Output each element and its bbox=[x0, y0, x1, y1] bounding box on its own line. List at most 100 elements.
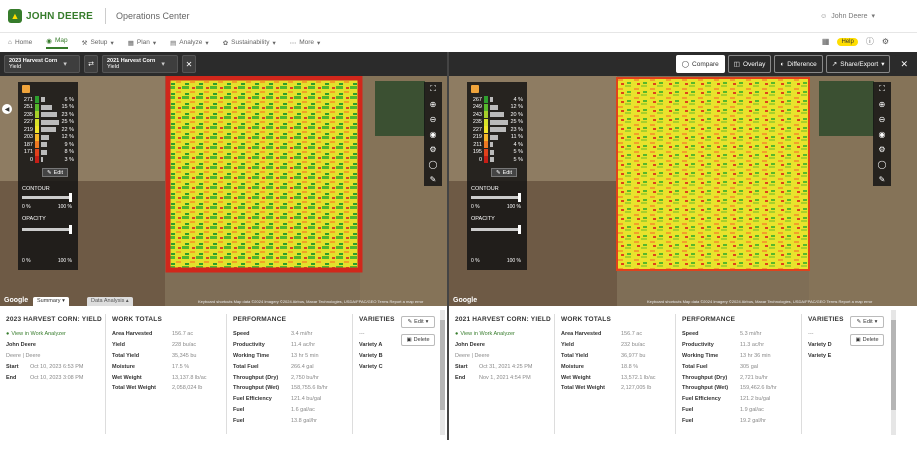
left-map[interactable]: 271 6 % 251 15 % 235 23 % 227 25 % 219 22 % 203 12 … bbox=[0, 76, 447, 306]
close-compare-button[interactable]: ✕ bbox=[895, 55, 913, 73]
legend-swatch bbox=[484, 148, 488, 156]
map-attribution[interactable]: Keyboard shortcuts Map data ©2024 Imager… bbox=[198, 299, 423, 304]
legend-swatch bbox=[484, 133, 488, 141]
contour-range: 0 % 100 % bbox=[22, 204, 72, 210]
location-pin-icon[interactable]: ◉ bbox=[879, 130, 886, 139]
right-scrollbar-thumb[interactable] bbox=[891, 320, 896, 410]
help-badge[interactable]: Help bbox=[837, 37, 858, 46]
variety-item[interactable]: Variety E bbox=[808, 351, 844, 362]
right-scrollbar[interactable] bbox=[891, 310, 896, 435]
zoom-out-icon[interactable]: ⊖ bbox=[430, 115, 437, 124]
tab-data-analysis[interactable]: Data Analysis ▴ bbox=[87, 297, 133, 306]
left-scrollbar-thumb[interactable] bbox=[440, 320, 445, 410]
location-pin-icon[interactable]: ◉ bbox=[430, 130, 437, 139]
gear-icon[interactable]: ⚙ bbox=[878, 145, 885, 154]
compare-button[interactable]: ◯ Compare bbox=[675, 55, 725, 73]
pencil-icon[interactable]: ✎ bbox=[879, 175, 886, 184]
pencil-icon[interactable]: ✎ bbox=[430, 175, 437, 184]
zoom-in-icon[interactable]: ⊕ bbox=[430, 100, 437, 109]
stat-label: Total Fuel bbox=[682, 363, 708, 370]
swap-layers-button[interactable]: ⇄ bbox=[84, 55, 98, 73]
close-icon: ✕ bbox=[185, 59, 193, 69]
chevron-down-icon: ▾ bbox=[272, 39, 276, 47]
overlay-button[interactable]: ◫ Overlay bbox=[727, 55, 772, 73]
opacity-slider[interactable] bbox=[22, 225, 72, 234]
share-label: Share/Export bbox=[840, 60, 879, 68]
stat-row: Fuel 19.2 gal/hr bbox=[682, 415, 777, 426]
variety-item[interactable]: Variety C bbox=[359, 361, 395, 372]
stat-label: Wet Weight bbox=[112, 374, 142, 381]
stat-value: 35,345 bu bbox=[172, 352, 197, 359]
work-analyzer-link[interactable]: ● View in Work Analyzer bbox=[455, 329, 551, 340]
right-map-tools: ⛶ ⊕ ⊖ ◉ ⚙ ◯ ✎ bbox=[873, 82, 891, 186]
work-analyzer-link[interactable]: ● View in Work Analyzer bbox=[6, 329, 102, 340]
nav-analyze[interactable]: ▤ Analyze ▾ bbox=[170, 39, 209, 47]
nav-setup[interactable]: ⚒ Setup ▾ bbox=[82, 39, 114, 47]
left-layer-selector[interactable]: 2023 Harvest Corn Yield ▾ bbox=[4, 55, 80, 73]
settings-icon[interactable]: ⚙ bbox=[882, 37, 889, 46]
share-export-button[interactable]: ↗ Share/Export ▾ bbox=[825, 55, 891, 73]
variety-item[interactable]: Variety B bbox=[359, 351, 395, 362]
left-panel-collapse-button[interactable]: ◀ bbox=[2, 104, 12, 114]
stat-value: 121.4 bu/gal bbox=[291, 396, 322, 403]
left-scrollbar[interactable] bbox=[440, 310, 445, 435]
john-deere-logo[interactable]: ▲ JOHN DEERE bbox=[8, 9, 93, 23]
user-icon: ☺ bbox=[820, 12, 828, 20]
bucket-icon[interactable]: ◯ bbox=[429, 160, 438, 169]
nav-sustainability[interactable]: ✿ Sustainability ▾ bbox=[223, 39, 276, 47]
nav-plan[interactable]: ▦ Plan ▾ bbox=[128, 39, 156, 47]
legend-edit-button[interactable]: ✎ Edit bbox=[42, 168, 68, 177]
nav-home[interactable]: ⌂ Home bbox=[8, 39, 32, 46]
fullscreen-icon[interactable]: ⛶ bbox=[879, 84, 885, 94]
contour-slider-knob[interactable] bbox=[69, 193, 72, 202]
legend-value: 243 bbox=[472, 111, 482, 118]
opacity-slider-knob[interactable] bbox=[69, 225, 72, 234]
variety-item[interactable]: Variety A bbox=[359, 340, 395, 351]
legend-bar bbox=[490, 149, 494, 155]
legend-edit-button[interactable]: ✎ Edit bbox=[491, 168, 517, 177]
legend-row: 0 3 % bbox=[18, 156, 78, 164]
contour-slider[interactable] bbox=[471, 193, 521, 202]
legend-bar bbox=[41, 97, 45, 103]
performance-title: PERFORMANCE bbox=[682, 316, 736, 323]
stat-value: 11.3 ac/hr bbox=[740, 342, 765, 349]
help-icon[interactable]: ⓘ bbox=[866, 36, 874, 47]
legend-row: 219 22 % bbox=[18, 126, 78, 134]
nav-map[interactable]: ◉ Map bbox=[46, 37, 68, 49]
zoom-in-icon[interactable]: ⊕ bbox=[879, 100, 886, 109]
pencil-icon: ✎ bbox=[856, 319, 862, 325]
edit-button[interactable]: ✎ Edit ▾ bbox=[850, 316, 884, 328]
right-map[interactable]: 267 4 % 249 12 % 243 20 % 235 25 % 227 23 % 219 11 … bbox=[449, 76, 917, 306]
nav-more[interactable]: ⋯ More ▾ bbox=[290, 39, 321, 47]
share-icon: ↗ bbox=[831, 61, 838, 68]
opacity-slider-knob[interactable] bbox=[518, 225, 521, 234]
tab-summary[interactable]: Summary ▾ bbox=[33, 297, 69, 306]
edit-button[interactable]: ✎ Edit ▾ bbox=[401, 316, 435, 328]
bucket-icon[interactable]: ◯ bbox=[878, 160, 887, 169]
user-menu[interactable]: ☺ John Deere ▾ bbox=[820, 12, 875, 21]
fullscreen-icon[interactable]: ⛶ bbox=[430, 84, 436, 94]
left-summary-panel: 2023 HARVEST CORN: YIELD ● View in Work … bbox=[0, 306, 447, 436]
difference-button[interactable]: ◐ Difference bbox=[774, 55, 823, 73]
close-layer-button[interactable]: ✕ bbox=[182, 55, 196, 73]
delete-button[interactable]: ▣ Delete bbox=[850, 334, 884, 346]
legend-value: 235 bbox=[472, 119, 482, 126]
right-layer-selector[interactable]: 2021 Harvest Corn Yield ▾ bbox=[102, 55, 178, 73]
contour-slider-knob[interactable] bbox=[518, 193, 521, 202]
variety-item[interactable]: Variety D bbox=[808, 340, 844, 351]
contour-range: 0 % 100 % bbox=[471, 204, 521, 210]
map-attribution[interactable]: Keyboard shortcuts Map data ©2024 Imager… bbox=[647, 299, 872, 304]
delete-button[interactable]: ▣ Delete bbox=[401, 334, 435, 346]
gear-icon[interactable]: ⚙ bbox=[429, 145, 436, 154]
stat-label: Fuel Efficiency bbox=[233, 396, 272, 403]
apps-grid-icon[interactable]: ▦ bbox=[822, 37, 830, 46]
layer-toolbar: 2023 Harvest Corn Yield ▾ ⇄ 2021 Harvest… bbox=[0, 52, 917, 76]
opacity-slider[interactable] bbox=[471, 225, 521, 234]
stat-row: Moisture 17.5 % bbox=[112, 361, 207, 372]
contour-slider[interactable] bbox=[22, 193, 72, 202]
end-label: End bbox=[6, 374, 17, 381]
zoom-out-icon[interactable]: ⊖ bbox=[879, 115, 886, 124]
legend-swatch bbox=[35, 96, 39, 104]
stat-value: 121.2 bu/gal bbox=[740, 396, 771, 403]
legend-value: 267 bbox=[472, 96, 482, 103]
